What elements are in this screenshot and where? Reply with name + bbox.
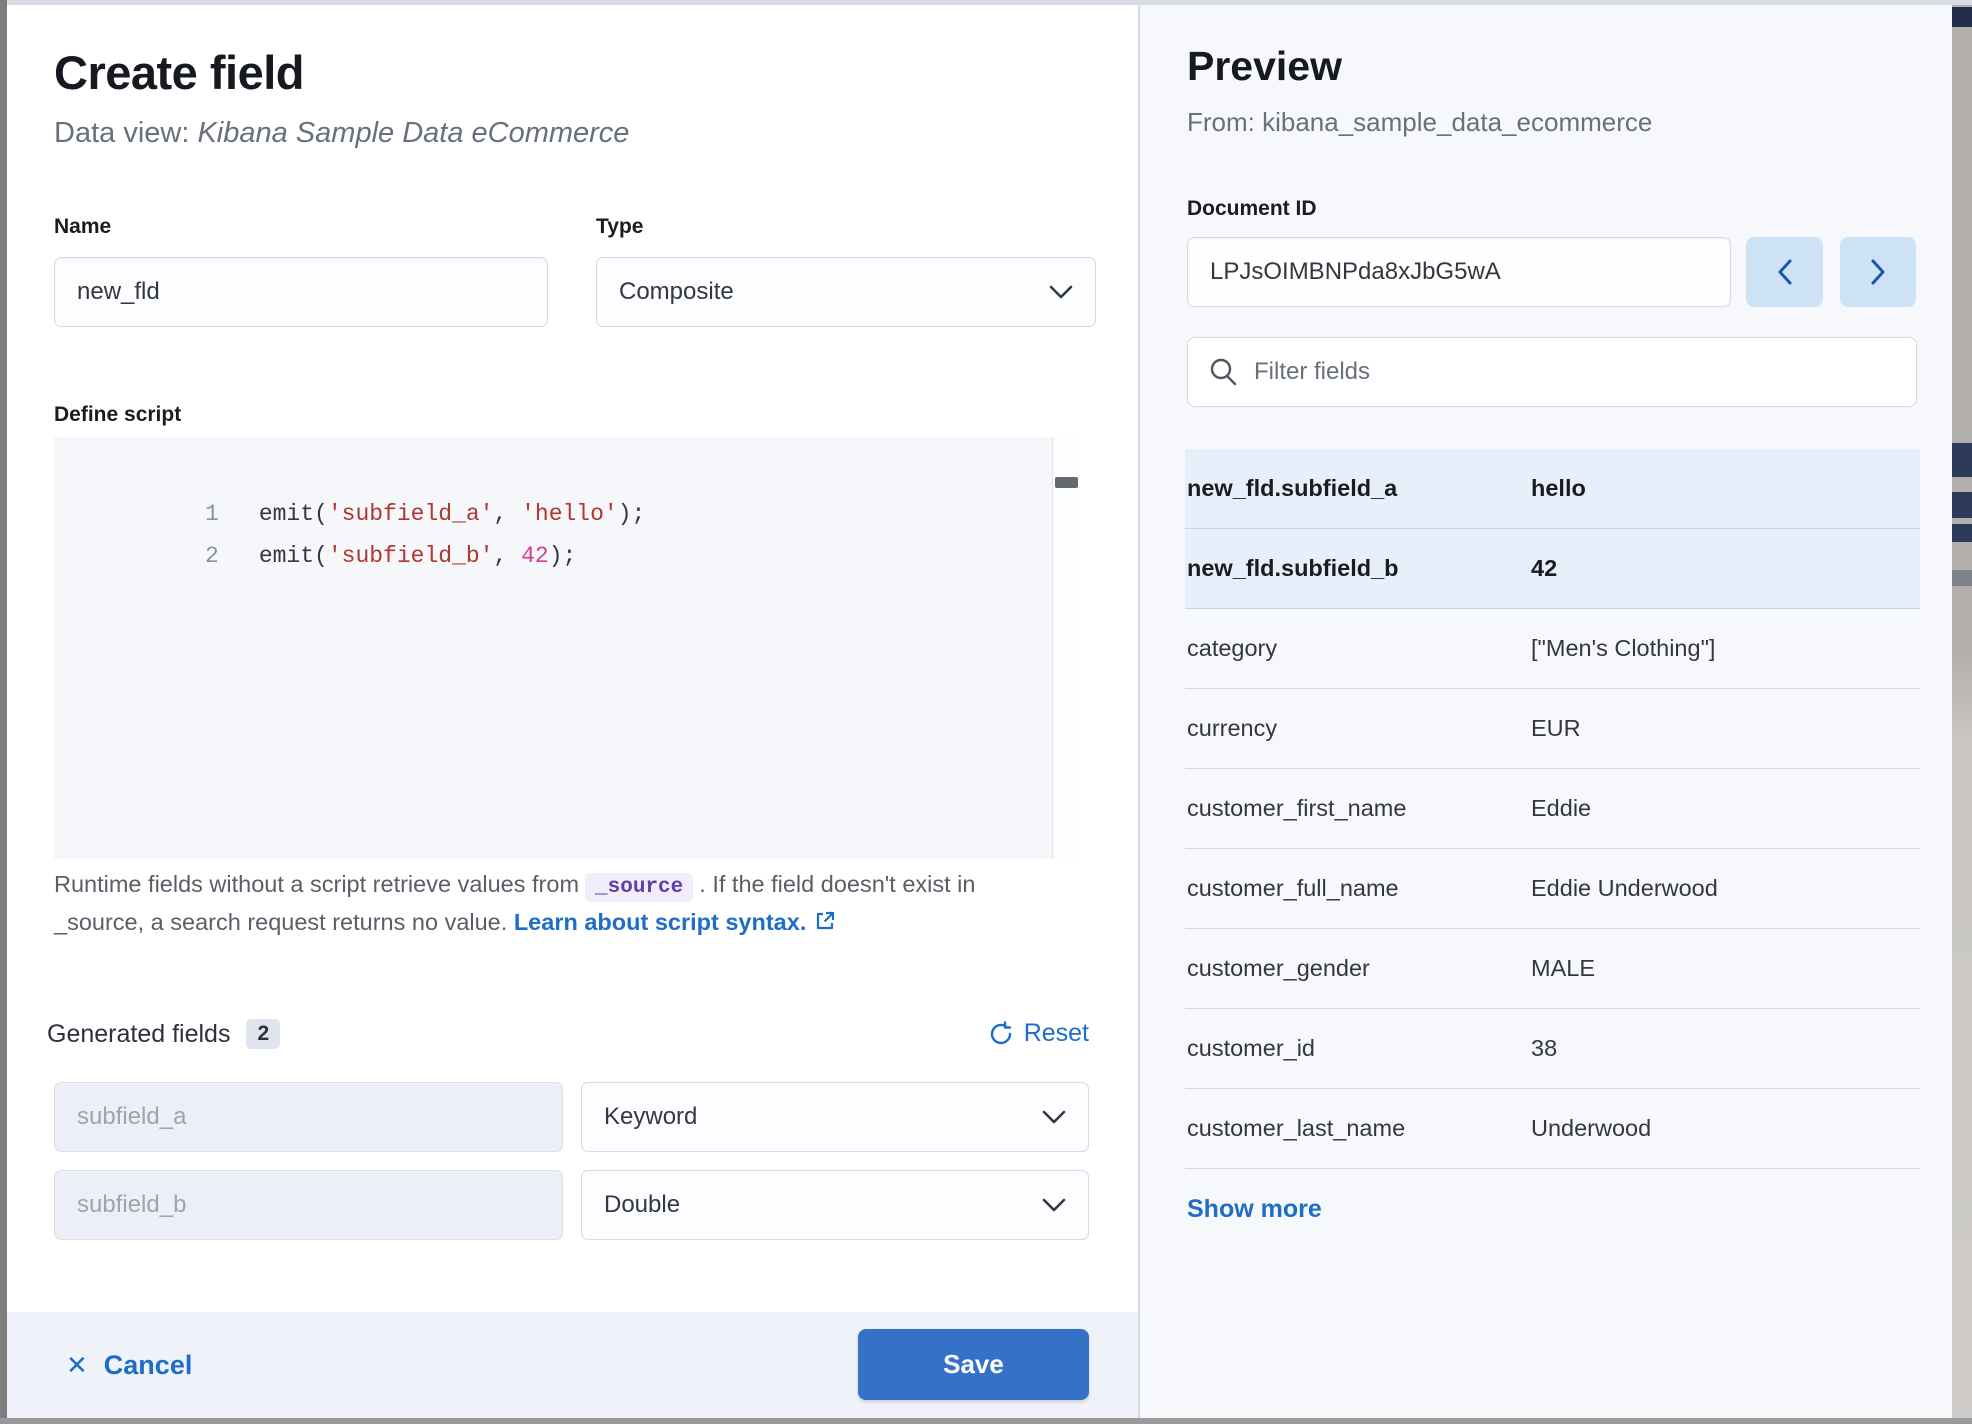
show-more-link[interactable]: Show more [1187, 1195, 1322, 1224]
generated-field-name-input[interactable] [54, 1082, 563, 1152]
generated-field-type-select[interactable]: Keyword [581, 1082, 1089, 1152]
chevron-down-icon [1049, 285, 1073, 299]
reset-button[interactable]: Reset [988, 1019, 1089, 1048]
name-label: Name [54, 215, 111, 239]
close-icon: ✕ [66, 1350, 88, 1381]
scrollbar-mark [1952, 524, 1972, 542]
next-document-button[interactable] [1840, 237, 1916, 307]
field-value: Eddie [1531, 795, 1920, 822]
scrollbar-mark [1952, 570, 1972, 586]
type-label: Type [596, 215, 643, 239]
refresh-icon [988, 1021, 1014, 1047]
create-field-flyout: Create field Data view: Kibana Sample Da… [7, 5, 1138, 1418]
previous-document-button[interactable] [1746, 237, 1823, 307]
code-line: 1emit('subfield_a', 'hello'); [54, 451, 1079, 493]
field-name: currency [1185, 715, 1531, 742]
cancel-button[interactable]: ✕ Cancel [66, 1312, 192, 1418]
window-bottom-border [0, 1418, 1972, 1424]
field-name: category [1185, 635, 1531, 662]
script-help-text: Runtime fields without a script retrieve… [54, 867, 1069, 939]
external-link-icon [814, 910, 836, 932]
field-name: new_fld.subfield_a [1185, 475, 1531, 502]
define-script-label: Define script [54, 403, 181, 427]
preview-panel: Preview From: kibana_sample_data_ecommer… [1140, 5, 1952, 1418]
generated-field-name-input[interactable] [54, 1170, 563, 1240]
field-name: customer_gender [1185, 955, 1531, 982]
field-value: 42 [1531, 555, 1920, 582]
type-select[interactable]: Composite [596, 257, 1096, 327]
editor-scrollbar-thumb[interactable] [1055, 477, 1078, 488]
filter-fields-input[interactable] [1254, 358, 1854, 386]
field-value: Eddie Underwood [1531, 875, 1920, 902]
preview-field-row: category ["Men's Clothing"] [1185, 609, 1920, 689]
data-view-name: Kibana Sample Data eCommerce [197, 117, 629, 149]
field-value: 38 [1531, 1035, 1920, 1062]
field-value: ["Men's Clothing"] [1531, 635, 1920, 662]
cancel-label: Cancel [104, 1350, 193, 1381]
preview-field-row: customer_gender MALE [1185, 929, 1920, 1009]
source-code-badge: _source [585, 873, 693, 902]
preview-field-row: new_fld.subfield_a hello [1185, 449, 1920, 529]
scrollbar-mark [1952, 443, 1972, 477]
data-view-label: Data view: [54, 117, 197, 149]
preview-from-line: From: kibana_sample_data_ecommerce [1187, 107, 1652, 138]
save-button[interactable]: Save [858, 1329, 1089, 1400]
line-number: 2 [137, 535, 219, 577]
generated-field-type-select[interactable]: Double [581, 1170, 1089, 1240]
preview-field-row: customer_full_name Eddie Underwood [1185, 849, 1920, 929]
preview-field-row: customer_first_name Eddie [1185, 769, 1920, 849]
field-name: new_fld.subfield_b [1185, 555, 1531, 582]
field-name: customer_first_name [1185, 795, 1531, 822]
preview-field-list: new_fld.subfield_a hello new_fld.subfiel… [1185, 449, 1920, 1169]
preview-field-row: customer_last_name Underwood [1185, 1089, 1920, 1169]
type-select-value: Composite [619, 278, 734, 306]
chevron-down-icon [1042, 1110, 1066, 1124]
flyout-footer: ✕ Cancel Save [7, 1312, 1138, 1418]
editor-scrollbar[interactable] [1052, 437, 1079, 859]
filter-fields-search[interactable] [1187, 337, 1917, 407]
field-name: customer_id [1185, 1035, 1531, 1062]
page-title: Create field [54, 45, 304, 100]
learn-script-syntax-link[interactable]: Learn about script syntax. [514, 909, 807, 935]
generated-fields-heading: Generated fields 2 [47, 1019, 280, 1049]
preview-field-row: new_fld.subfield_b 42 [1185, 529, 1920, 609]
data-view-subtitle: Data view: Kibana Sample Data eCommerce [54, 117, 629, 150]
code-line: 2emit('subfield_b', 42); [54, 493, 1079, 535]
field-name: customer_last_name [1185, 1115, 1531, 1142]
scrollbar-mark [1952, 492, 1972, 518]
preview-field-row: customer_id 38 [1185, 1009, 1920, 1089]
field-value: MALE [1531, 955, 1920, 982]
field-value: EUR [1531, 715, 1920, 742]
generated-fields-count-badge: 2 [246, 1019, 280, 1049]
script-code-editor[interactable]: 1emit('subfield_a', 'hello'); 2emit('sub… [54, 437, 1079, 859]
field-value: Underwood [1531, 1115, 1920, 1142]
field-name: customer_full_name [1185, 875, 1531, 902]
document-id-input[interactable] [1187, 237, 1731, 307]
chevron-right-icon [1870, 259, 1886, 285]
chevron-down-icon [1042, 1198, 1066, 1212]
preview-field-row: currency EUR [1185, 689, 1920, 769]
document-id-label: Document ID [1187, 197, 1317, 221]
search-icon [1208, 357, 1238, 387]
window-left-border [0, 0, 7, 1424]
reset-label: Reset [1024, 1019, 1089, 1048]
chevron-left-icon [1777, 259, 1793, 285]
name-input[interactable] [54, 257, 548, 327]
background-page-scrollbar[interactable] [1952, 5, 1972, 1418]
field-value: hello [1531, 475, 1920, 502]
preview-title: Preview [1187, 43, 1342, 90]
scrollbar-mark [1952, 7, 1972, 27]
